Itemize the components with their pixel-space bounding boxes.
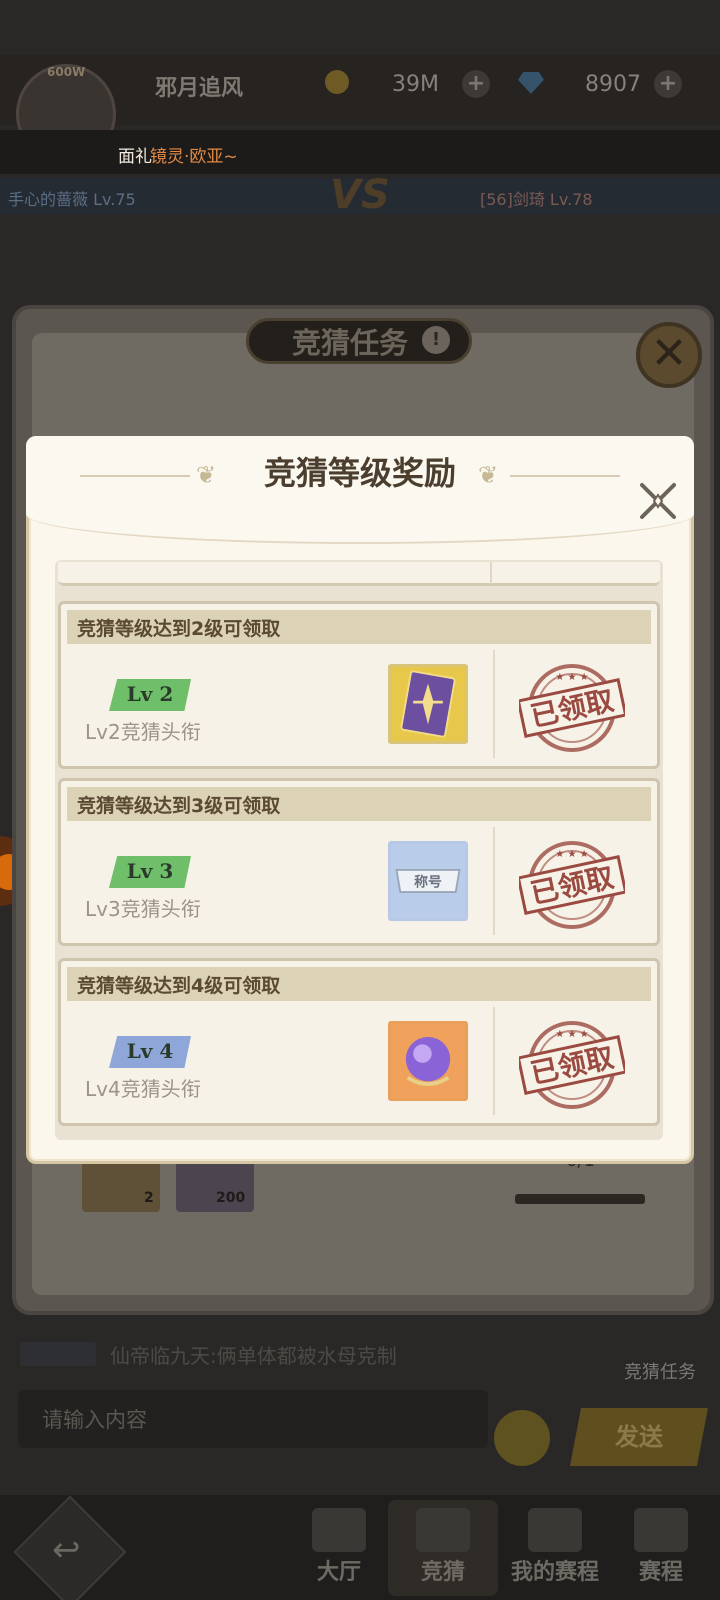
title-plaque-icon[interactable]: 称号 <box>388 841 468 921</box>
nav-lobby[interactable]: 大厅 <box>284 1500 394 1596</box>
svg-text:★ ★ ★: ★ ★ ★ <box>555 1029 588 1040</box>
marquee-highlight: 镜灵·欧亚~ <box>150 147 238 167</box>
announcement-marquee: 面礼 镜灵·欧亚~ <box>0 130 720 174</box>
level-badge-text: Lv 2 <box>126 682 174 706</box>
crown-icon <box>312 1508 366 1552</box>
chat-level-tag <box>20 1342 96 1366</box>
card-header: 竞猜等级达到3级可领取 <box>67 787 651 821</box>
nav-label: 赛程 <box>638 1560 683 1585</box>
nav-guess[interactable]: 竞猜 <box>388 1500 498 1596</box>
item-count: 200 <box>216 1190 246 1206</box>
bracket-icon <box>528 1508 582 1552</box>
level-badge-text: Lv 3 <box>126 859 174 883</box>
reward-description: Lv3竞猜头衔 <box>85 897 201 921</box>
reward-condition: 竞猜等级达到4级可领取 <box>77 975 281 997</box>
reward-condition: 竞猜等级达到2级可领取 <box>77 618 281 640</box>
reward-card-lv2: 竞猜等级达到2级可领取 Lv 2 Lv2竞猜头衔 已领取 ★ ★ ★ <box>58 601 660 769</box>
item-count: 2 <box>144 1190 154 1206</box>
claimed-stamp: 已领取 ★ ★ ★ <box>519 1017 625 1113</box>
card-divider <box>493 827 495 935</box>
crystal-orb-icon[interactable] <box>388 1021 468 1101</box>
card-header: 竞猜等级达到4级可领取 <box>67 967 651 1001</box>
vs-label: VS <box>330 172 390 218</box>
card-divider <box>493 1007 495 1115</box>
task-progress-bar <box>515 1194 645 1204</box>
svg-text:★ ★ ★: ★ ★ ★ <box>555 672 588 683</box>
nav-label: 我的赛程 <box>510 1560 599 1585</box>
coin-amount: 39M <box>392 72 439 97</box>
claimed-stamp: 已领取 ★ ★ ★ <box>519 837 625 933</box>
title-ornament-line <box>80 475 190 477</box>
level-badge: Lv 2 <box>109 679 191 711</box>
avatar-badge: 600W <box>47 65 86 79</box>
emoji-icon[interactable] <box>494 1410 550 1466</box>
card-divider <box>490 562 492 584</box>
nav-my-schedule[interactable]: 我的赛程 <box>494 1500 616 1596</box>
plaque-text: 称号 <box>414 874 442 891</box>
task-shortcut-label[interactable]: 竞猜任务 <box>624 1358 696 1384</box>
reward-description: Lv4竞猜头衔 <box>85 1077 201 1101</box>
level-badge: Lv 4 <box>109 1036 191 1068</box>
add-gems-button[interactable]: + <box>654 70 682 98</box>
gem-amount: 8907 <box>585 72 641 97</box>
coin-icon <box>325 70 349 94</box>
nav-label: 大厅 <box>316 1560 361 1585</box>
chat-message: 仙帝临九天:俩单体都被水母克制 <box>110 1344 397 1368</box>
title-card-icon[interactable] <box>388 664 468 744</box>
claimed-stamp: 已领取 ★ ★ ★ <box>519 660 625 756</box>
modal-title: 竞猜等级奖励 <box>263 454 456 492</box>
nav-schedule[interactable]: 赛程 <box>606 1500 716 1596</box>
level-badge: Lv 3 <box>109 856 191 888</box>
level-badge-text: Lv 4 <box>126 1039 174 1063</box>
title-ornament-line <box>510 475 620 477</box>
cards-icon <box>416 1508 470 1552</box>
card-divider <box>493 650 495 758</box>
info-icon[interactable]: ! <box>422 326 450 354</box>
player-name: 邪月追风 <box>155 76 244 101</box>
reward-card-partial <box>58 562 660 586</box>
reward-card-lv3: 竞猜等级达到3级可领取 Lv 3 Lv3竞猜头衔 称号 已领取 ★ ★ ★ <box>58 778 660 946</box>
back-arrow-icon: ↩ <box>52 1530 81 1570</box>
task-panel-close-button[interactable]: ✕ <box>636 322 702 388</box>
send-button[interactable]: 发送 <box>570 1408 708 1466</box>
reward-condition: 竞猜等级达到3级可领取 <box>77 795 281 817</box>
svg-text:★ ★ ★: ★ ★ ★ <box>555 849 588 860</box>
close-icon[interactable] <box>636 479 680 523</box>
nav-label: 竞猜 <box>420 1560 465 1585</box>
versus-left-player: 手心的蔷薇 Lv.75 <box>8 190 136 209</box>
card-header: 竞猜等级达到2级可领取 <box>67 610 651 644</box>
task-panel-title: 竞猜任务 <box>292 326 409 360</box>
vs-icon <box>634 1508 688 1552</box>
chat-input[interactable]: 请输入内容 <box>18 1390 488 1448</box>
versus-right-player: [56]剑琦 Lv.78 <box>480 190 593 209</box>
reward-description: Lv2竞猜头衔 <box>85 720 201 744</box>
title-ornament-icon: ❦ <box>196 461 217 489</box>
add-coins-button[interactable]: + <box>462 70 490 98</box>
marquee-text: 面礼 <box>118 147 152 167</box>
reward-card-lv4: 竞猜等级达到4级可领取 Lv 4 Lv4竞猜头衔 已领取 ★ ★ ★ <box>58 958 660 1126</box>
